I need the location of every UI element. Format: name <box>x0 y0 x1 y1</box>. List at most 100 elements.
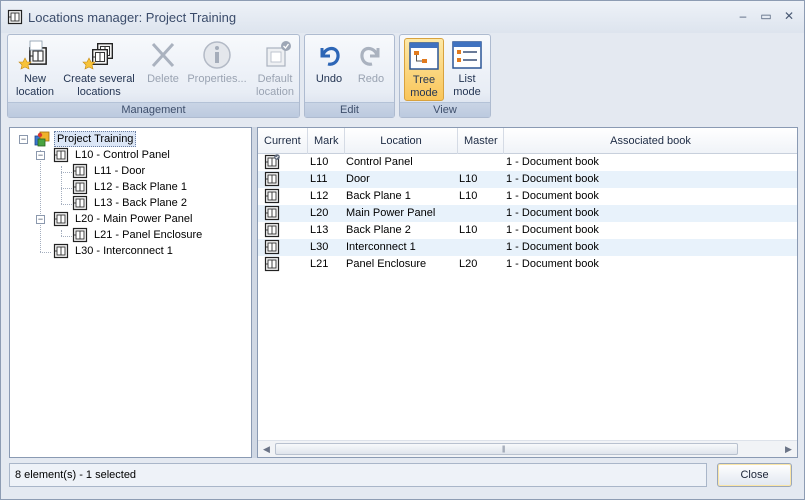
tree-node-label: L20 - Main Power Panel <box>75 213 193 225</box>
view-group-label: View <box>400 102 490 117</box>
table-row[interactable]: L11 Door L10 1 - Document book <box>258 171 797 188</box>
scroll-left-button[interactable]: ◀ <box>258 441 275 458</box>
edit-group: Undo Redo Edit <box>304 34 395 118</box>
column-header-location[interactable]: Location <box>345 128 458 154</box>
locations-table[interactable]: Current Mark Location Master Associated … <box>257 127 798 458</box>
close-button[interactable]: Close <box>717 463 792 487</box>
tree-mode-button[interactable]: Tree mode <box>404 38 444 101</box>
maximize-button[interactable]: ▭ <box>757 8 775 24</box>
tree-mode-label-1: Tree <box>412 74 436 86</box>
cabinet-icon <box>72 179 88 195</box>
mark-cell: L12 <box>310 190 329 202</box>
tree-mode-label-2: mode <box>410 87 438 99</box>
book-cell: 1 - Document book <box>506 224 599 236</box>
list-mode-button[interactable]: List mode <box>447 38 487 101</box>
default-location-button[interactable]: Default location <box>252 38 298 101</box>
table-row[interactable]: L20 Main Power Panel 1 - Document book <box>258 205 797 222</box>
tree-node-label: L30 - Interconnect 1 <box>75 245 173 257</box>
column-header-associated-book[interactable]: Associated book <box>504 128 797 154</box>
table-row[interactable]: L13 Back Plane 2 L10 1 - Document book <box>258 222 797 239</box>
scroll-grip: ||| <box>502 446 506 453</box>
cabinet-icon <box>72 163 88 179</box>
delete-icon <box>151 42 175 68</box>
tree-connector <box>40 252 51 253</box>
locations-app-icon <box>7 9 23 25</box>
create-several-label-2: locations <box>77 86 121 98</box>
tree-node-label: L10 - Control Panel <box>75 149 170 161</box>
properties-button[interactable]: Properties... <box>184 38 250 101</box>
window-title: Locations manager: Project Training <box>28 10 237 25</box>
properties-icon <box>203 41 231 69</box>
new-location-icon <box>18 40 47 70</box>
column-header-mark[interactable]: Mark <box>308 128 345 154</box>
master-cell: L10 <box>459 173 478 185</box>
ribbon-toolbar: New location Create several locations De… <box>7 34 800 118</box>
scroll-right-button[interactable]: ▶ <box>780 441 797 458</box>
default-location-label-1: Default <box>257 73 293 85</box>
delete-label: Delete <box>147 73 179 85</box>
location-cell: Main Power Panel <box>346 207 436 219</box>
locations-tree[interactable]: − Project Training − L10 - Control Panel… <box>9 127 252 458</box>
location-cell: Back Plane 2 <box>346 224 411 236</box>
locations-manager-window: Locations manager: Project Training – ▭ … <box>0 0 805 500</box>
create-several-label-1: Create several <box>63 73 135 85</box>
tree-node-root-label: Project Training <box>54 131 137 147</box>
cabinet-icon <box>264 222 280 238</box>
table-row[interactable]: L10 Control Panel 1 - Document book <box>258 154 797 171</box>
scroll-thumb[interactable]: ||| <box>275 443 738 455</box>
tree-node-label: L11 - Door <box>94 165 146 177</box>
close-window-button[interactable]: ✕ <box>780 8 798 24</box>
master-cell: L20 <box>459 258 478 270</box>
create-several-locations-button[interactable]: Create several locations <box>61 38 137 101</box>
location-cell: Control Panel <box>346 156 413 168</box>
cabinet-icon <box>72 227 88 243</box>
undo-icon <box>320 46 340 66</box>
mark-cell: L11 <box>310 173 328 185</box>
master-cell: L10 <box>459 224 478 236</box>
l20-expander[interactable]: − <box>36 215 45 224</box>
cabinet-icon <box>53 243 69 259</box>
list-mode-label-1: List <box>458 73 476 85</box>
location-cell: Door <box>346 173 370 185</box>
management-group: New location Create several locations De… <box>7 34 300 118</box>
tree-mode-icon <box>409 42 439 70</box>
cabinet-icon <box>72 195 88 211</box>
management-group-label: Management <box>8 102 299 117</box>
properties-label: Properties... <box>187 73 247 85</box>
tree-connector <box>61 188 72 189</box>
edit-group-label: Edit <box>305 102 394 117</box>
default-location-icon <box>266 41 291 67</box>
l10-expander[interactable]: − <box>36 151 45 160</box>
title-bar[interactable]: Locations manager: Project Training – ▭ … <box>1 1 804 33</box>
table-header: Current Mark Location Master Associated … <box>258 128 797 154</box>
location-cell: Interconnect 1 <box>346 241 416 253</box>
redo-label: Redo <box>357 73 385 85</box>
undo-button[interactable]: Undo <box>308 38 350 101</box>
new-location-button[interactable]: New location <box>11 38 59 101</box>
root-expander[interactable]: − <box>19 135 28 144</box>
cabinet-icon <box>264 188 280 204</box>
table-row[interactable]: L12 Back Plane 1 L10 1 - Document book <box>258 188 797 205</box>
table-row[interactable]: L30 Interconnect 1 1 - Document book <box>258 239 797 256</box>
new-location-label-2: location <box>16 86 54 98</box>
column-header-master[interactable]: Master <box>458 128 504 154</box>
tree-node-label: L21 - Panel Enclosure <box>94 229 203 241</box>
tree-connector <box>40 150 41 252</box>
horizontal-scrollbar[interactable]: ◀ ||| ▶ <box>258 440 797 457</box>
undo-label: Undo <box>315 73 343 85</box>
mark-cell: L21 <box>310 258 329 270</box>
delete-button[interactable]: Delete <box>142 38 184 101</box>
tree-node-label: L13 - Back Plane 2 <box>94 197 187 209</box>
minimize-button[interactable]: – <box>734 8 752 24</box>
create-several-locations-icon <box>82 43 113 70</box>
view-group: Tree mode List mode View <box>399 34 491 118</box>
cabinet-icon <box>264 256 280 272</box>
list-mode-icon <box>452 41 482 69</box>
mark-cell: L30 <box>310 241 329 253</box>
column-header-current[interactable]: Current <box>258 128 308 154</box>
tree-connector <box>61 236 72 237</box>
redo-button[interactable]: Redo <box>350 38 392 101</box>
table-row[interactable]: L21 Panel Enclosure L20 1 - Document boo… <box>258 256 797 273</box>
book-cell: 1 - Document book <box>506 258 599 270</box>
book-cell: 1 - Document book <box>506 156 599 168</box>
